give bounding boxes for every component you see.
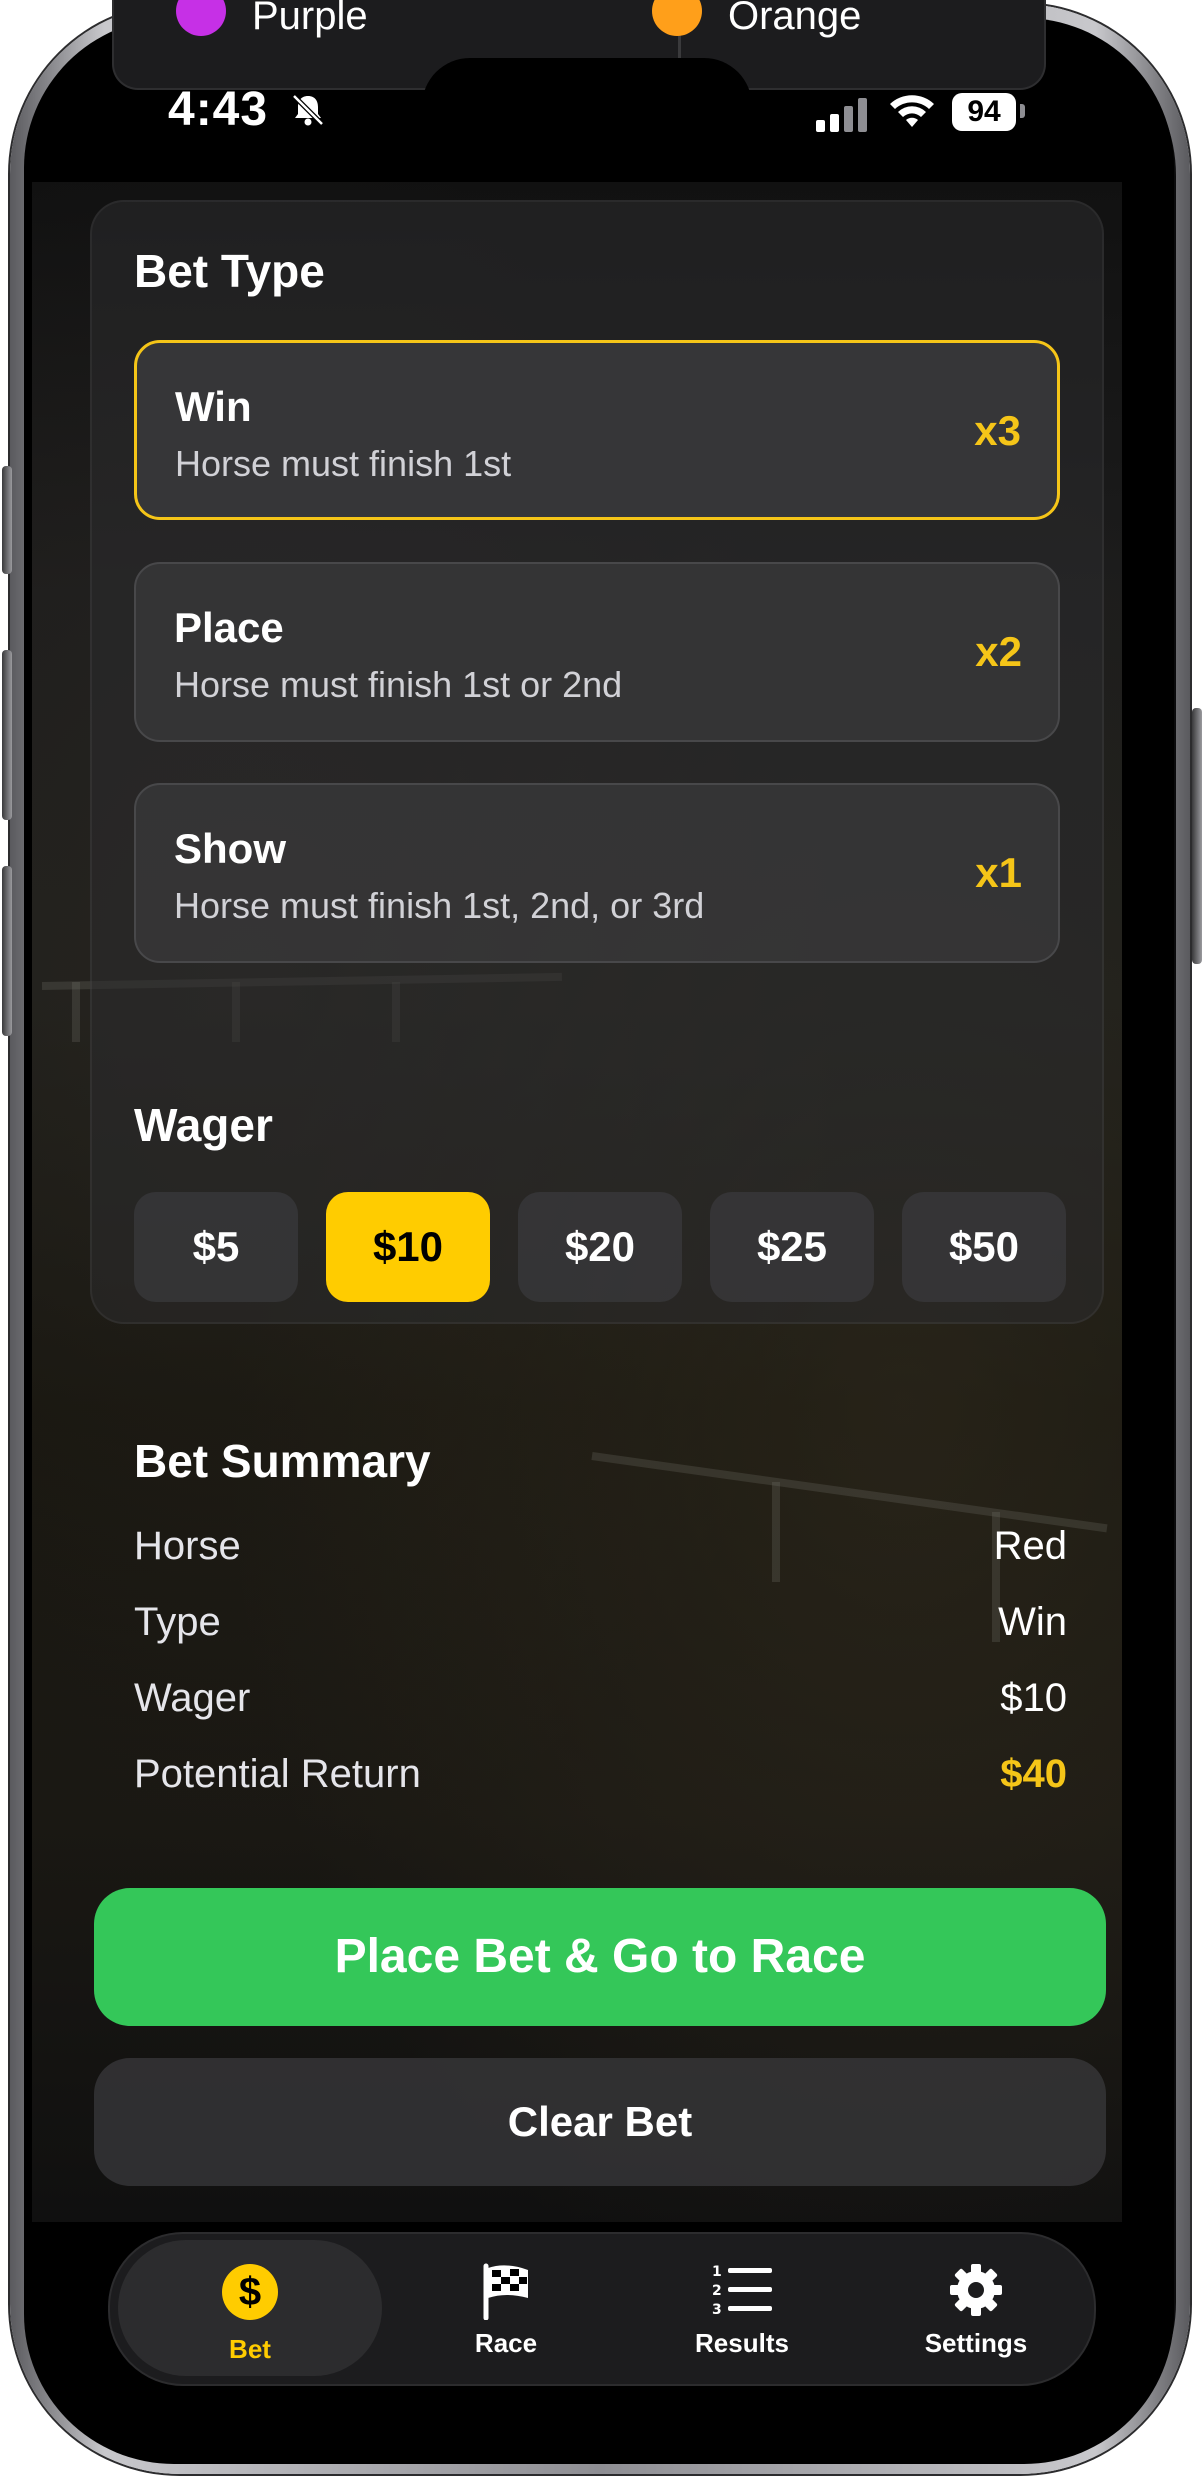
bet-option-name: Show xyxy=(174,825,286,872)
tab-settings[interactable]: Settings xyxy=(858,2234,1094,2384)
bet-option-show[interactable]: Show Horse must finish 1st, 2nd, or 3rd … xyxy=(134,783,1060,963)
summary-value-wager: $10 xyxy=(1000,1676,1067,1720)
dollar-coin-icon: $ xyxy=(222,2264,278,2320)
summary-label-wager: Wager xyxy=(134,1676,251,1720)
horse-name-purple: Purple xyxy=(252,0,368,38)
bet-summary-title: Bet Summary xyxy=(134,1435,431,1487)
bet-option-description: Horse must finish 1st xyxy=(175,443,512,484)
volume-down-button xyxy=(2,866,12,1036)
bet-option-name: Place xyxy=(174,604,284,651)
svg-text:1: 1 xyxy=(712,2264,722,2280)
bet-option-place[interactable]: Place Horse must finish 1st or 2nd x2 xyxy=(134,562,1060,742)
bet-option-name: Win xyxy=(175,383,252,430)
place-bet-button[interactable]: Place Bet & Go to Race xyxy=(94,1888,1106,2026)
wager-button-5[interactable]: $5 xyxy=(134,1192,298,1302)
tab-label-bet: Bet xyxy=(229,2334,271,2364)
wager-button-25[interactable]: $25 xyxy=(710,1192,874,1302)
wager-title: Wager xyxy=(134,1099,273,1151)
bet-option-description: Horse must finish 1st, 2nd, or 3rd xyxy=(174,885,705,926)
cellular-signal-icon xyxy=(816,98,872,132)
summary-value-horse: Red xyxy=(993,1524,1067,1568)
tab-label-settings: Settings xyxy=(924,2328,1028,2358)
wager-button-10[interactable]: $10 xyxy=(326,1192,490,1302)
svg-text:2: 2 xyxy=(712,2283,722,2299)
numbered-list-icon: 1 2 3 xyxy=(712,2264,772,2318)
bet-option-multiplier: x1 xyxy=(975,849,1022,896)
bet-option-multiplier: x2 xyxy=(975,628,1022,675)
orange-color-dot xyxy=(652,0,702,36)
silent-bell-icon xyxy=(292,94,324,126)
bet-option-multiplier: x3 xyxy=(974,407,1021,454)
gear-icon xyxy=(950,2264,1002,2316)
summary-label-horse: Horse xyxy=(134,1524,241,1568)
tab-bar: $ Bet Race 1 2 3 Results Settings xyxy=(108,2232,1096,2386)
bet-type-title: Bet Type xyxy=(134,245,325,297)
status-time: 4:43 xyxy=(168,83,269,136)
purple-color-dot xyxy=(176,0,226,36)
tab-label-results: Results xyxy=(695,2328,789,2358)
summary-label-potential-return: Potential Return xyxy=(134,1752,421,1796)
volume-up-button xyxy=(2,650,12,820)
tab-bet[interactable]: $ Bet xyxy=(118,2240,382,2376)
battery-indicator: 94 xyxy=(952,93,1016,131)
svg-text:3: 3 xyxy=(712,2302,722,2318)
wager-button-50[interactable]: $50 xyxy=(902,1192,1066,1302)
wifi-icon xyxy=(890,95,934,127)
tab-race[interactable]: Race xyxy=(388,2234,624,2384)
horse-name-orange: Orange xyxy=(728,0,862,38)
tab-results[interactable]: 1 2 3 Results xyxy=(624,2234,860,2384)
action-button xyxy=(2,466,12,574)
dynamic-island xyxy=(422,58,752,154)
power-button xyxy=(1192,708,1202,964)
summary-value-potential-return: $40 xyxy=(1000,1752,1067,1796)
battery-tip xyxy=(1020,104,1025,118)
summary-label-type: Type xyxy=(134,1600,221,1644)
summary-value-type: Win xyxy=(998,1600,1067,1644)
clear-bet-button[interactable]: Clear Bet xyxy=(94,2058,1106,2186)
bet-option-description: Horse must finish 1st or 2nd xyxy=(174,664,623,705)
bet-option-win[interactable]: Win Horse must finish 1st x3 xyxy=(134,340,1060,520)
tab-label-race: Race xyxy=(474,2328,538,2358)
wager-button-20[interactable]: $20 xyxy=(518,1192,682,1302)
checkered-flag-icon xyxy=(483,2263,528,2320)
